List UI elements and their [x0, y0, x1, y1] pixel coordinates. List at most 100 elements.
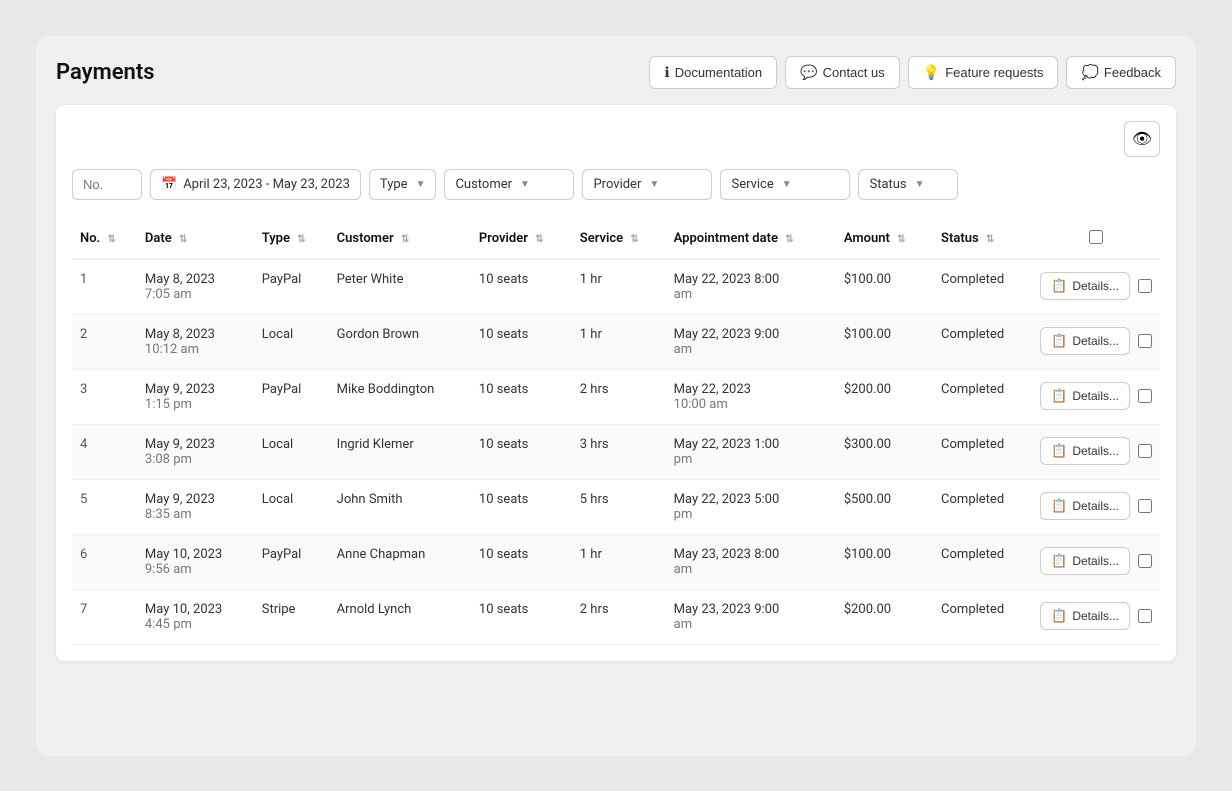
cell-type: PayPal	[254, 259, 329, 315]
cell-status: Completed	[933, 259, 1032, 315]
col-amount: Amount ⇅	[836, 220, 933, 259]
no-filter-input[interactable]	[72, 169, 142, 200]
cell-no: 1	[72, 259, 137, 315]
details-button[interactable]: 📋 Details...	[1040, 272, 1130, 300]
documentation-label: Documentation	[675, 65, 762, 80]
row-checkbox[interactable]	[1138, 389, 1152, 403]
details-icon: 📋	[1051, 443, 1067, 459]
row-checkbox[interactable]	[1138, 444, 1152, 458]
details-icon: 📋	[1051, 278, 1067, 294]
cell-amount: $100.00	[836, 259, 933, 315]
cell-appointment-date: May 22, 2023 5:00pm	[666, 479, 836, 534]
service-filter[interactable]: Service ▼	[720, 169, 850, 200]
cell-actions: 📋 Details...	[1032, 424, 1160, 479]
cell-appointment-date: May 22, 2023 1:00pm	[666, 424, 836, 479]
cell-service: 2 hrs	[572, 589, 666, 644]
cell-service: 1 hr	[572, 534, 666, 589]
cell-date: May 9, 20233:08 pm	[137, 424, 254, 479]
feedback-button[interactable]: 💭 Feedback	[1066, 56, 1176, 89]
select-all-checkbox[interactable]	[1089, 230, 1103, 244]
cell-status: Completed	[933, 534, 1032, 589]
cell-type: Local	[254, 424, 329, 479]
cell-date: May 8, 20237:05 am	[137, 259, 254, 315]
details-button[interactable]: 📋 Details...	[1040, 492, 1130, 520]
cell-status: Completed	[933, 479, 1032, 534]
contact-icon: 💬	[800, 64, 817, 81]
cell-customer: Ingrid Klemer	[329, 424, 471, 479]
col-appointment-date: Appointment date ⇅	[666, 220, 836, 259]
cell-actions: 📋 Details...	[1032, 534, 1160, 589]
visibility-toggle-button[interactable]: 👁	[1124, 121, 1160, 157]
details-label: Details...	[1072, 609, 1119, 623]
cell-customer: Anne Chapman	[329, 534, 471, 589]
cell-amount: $200.00	[836, 589, 933, 644]
cell-amount: $300.00	[836, 424, 933, 479]
table-header-row: No. ⇅ Date ⇅ Type ⇅ Customer ⇅	[72, 220, 1160, 259]
cell-amount: $200.00	[836, 369, 933, 424]
cell-appointment-date: May 22, 2023 8:00am	[666, 259, 836, 315]
details-button[interactable]: 📋 Details...	[1040, 382, 1130, 410]
cell-no: 6	[72, 534, 137, 589]
cell-type: PayPal	[254, 369, 329, 424]
contact-label: Contact us	[823, 65, 885, 80]
table-row: 6 May 10, 20239:56 am PayPal Anne Chapma…	[72, 534, 1160, 589]
row-checkbox[interactable]	[1138, 334, 1152, 348]
status-filter-label: Status	[869, 177, 906, 192]
cell-customer: Arnold Lynch	[329, 589, 471, 644]
customer-filter-label: Customer	[455, 177, 512, 192]
cell-no: 3	[72, 369, 137, 424]
filters-row: 📅 April 23, 2023 - May 23, 2023 Type ▼ C…	[72, 169, 1160, 200]
row-checkbox[interactable]	[1138, 609, 1152, 623]
cell-type: Local	[254, 479, 329, 534]
cell-no: 2	[72, 314, 137, 369]
details-icon: 📋	[1051, 333, 1067, 349]
cell-provider: 10 seats	[471, 479, 572, 534]
details-button[interactable]: 📋 Details...	[1040, 327, 1130, 355]
col-date: Date ⇅	[137, 220, 254, 259]
row-checkbox[interactable]	[1138, 279, 1152, 293]
provider-filter[interactable]: Provider ▼	[582, 169, 712, 200]
cell-actions: 📋 Details...	[1032, 479, 1160, 534]
col-provider: Provider ⇅	[471, 220, 572, 259]
cell-actions: 📋 Details...	[1032, 259, 1160, 315]
cell-appointment-date: May 23, 2023 8:00am	[666, 534, 836, 589]
col-type: Type ⇅	[254, 220, 329, 259]
cell-no: 7	[72, 589, 137, 644]
cell-date: May 10, 20239:56 am	[137, 534, 254, 589]
type-filter[interactable]: Type ▼	[369, 169, 437, 200]
cell-date: May 9, 20238:35 am	[137, 479, 254, 534]
details-button[interactable]: 📋 Details...	[1040, 437, 1130, 465]
details-label: Details...	[1072, 444, 1119, 458]
table-row: 5 May 9, 20238:35 am Local John Smith 10…	[72, 479, 1160, 534]
calendar-icon: 📅	[161, 177, 177, 192]
col-service: Service ⇅	[572, 220, 666, 259]
cell-date: May 8, 202310:12 am	[137, 314, 254, 369]
customer-filter[interactable]: Customer ▼	[444, 169, 574, 200]
row-checkbox[interactable]	[1138, 554, 1152, 568]
cell-customer: Mike Boddington	[329, 369, 471, 424]
status-filter[interactable]: Status ▼	[858, 169, 958, 200]
col-customer: Customer ⇅	[329, 220, 471, 259]
documentation-button[interactable]: ℹ Documentation	[649, 56, 777, 89]
cell-customer: Peter White	[329, 259, 471, 315]
col-no: No. ⇅	[72, 220, 137, 259]
details-button[interactable]: 📋 Details...	[1040, 547, 1130, 575]
cell-no: 5	[72, 479, 137, 534]
date-sort-icon: ⇅	[179, 234, 187, 245]
provider-filter-arrow: ▼	[649, 179, 659, 190]
row-checkbox[interactable]	[1138, 499, 1152, 513]
cell-provider: 10 seats	[471, 424, 572, 479]
cell-appointment-date: May 22, 202310:00 am	[666, 369, 836, 424]
cell-date: May 10, 20234:45 pm	[137, 589, 254, 644]
feature-label: Feature requests	[945, 65, 1043, 80]
table-row: 3 May 9, 20231:15 pm PayPal Mike Bodding…	[72, 369, 1160, 424]
feature-requests-button[interactable]: 💡 Feature requests	[908, 56, 1059, 89]
details-button[interactable]: 📋 Details...	[1040, 602, 1130, 630]
contact-us-button[interactable]: 💬 Contact us	[785, 56, 900, 89]
col-status: Status ⇅	[933, 220, 1032, 259]
details-icon: 📋	[1051, 388, 1067, 404]
cell-type: PayPal	[254, 534, 329, 589]
date-range-filter[interactable]: 📅 April 23, 2023 - May 23, 2023	[150, 169, 361, 200]
page-title: Payments	[56, 60, 155, 85]
feedback-icon: 💭	[1081, 64, 1098, 81]
